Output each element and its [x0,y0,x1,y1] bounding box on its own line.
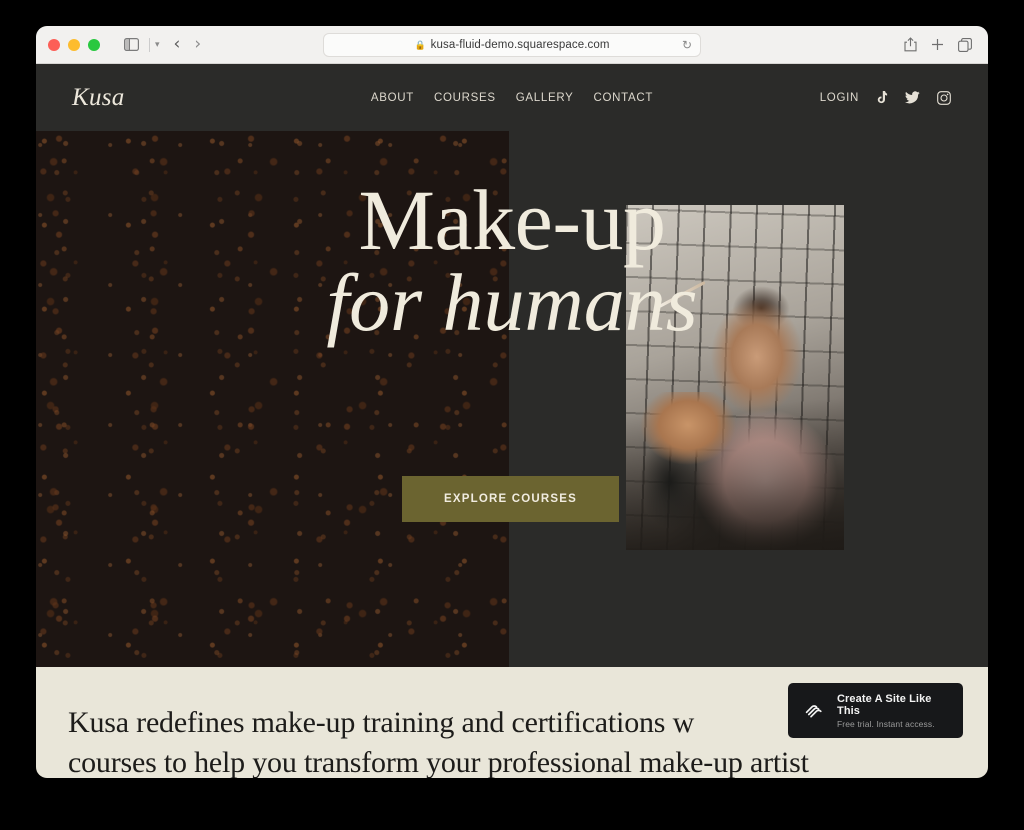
artist-hand [626,392,742,542]
maximize-window-button[interactable] [88,38,100,51]
hero-image-right [626,205,844,550]
reload-icon[interactable]: ↻ [682,39,692,51]
forward-button[interactable]: › [194,36,201,53]
hero-section: Make-up for humans EXPLORE COURSES [36,131,988,667]
toolbar-left-group: ▾ [118,33,160,57]
squarespace-logo-icon [802,699,826,723]
toolbar-right-group [904,37,976,52]
new-tab-icon[interactable] [931,38,944,51]
close-window-button[interactable] [48,38,60,51]
toolbar-divider [149,37,150,52]
url-text: kusa-fluid-demo.squarespace.com [430,39,610,51]
nav-item-contact[interactable]: CONTACT [594,92,654,104]
badge-text-group: Create A Site Like This Free trial. Inst… [837,693,949,729]
explore-courses-label: EXPLORE COURSES [443,493,578,505]
nav-item-courses[interactable]: COURSES [434,92,496,104]
main-navigation: ABOUT COURSES GALLERY CONTACT [371,92,653,104]
site-logo[interactable]: Kusa [72,84,125,112]
back-button[interactable]: ‹ [174,36,181,53]
chevron-down-icon[interactable]: ▾ [155,40,160,49]
share-icon[interactable] [904,37,917,52]
sidebar-toggle-icon[interactable] [118,33,144,57]
intro-line-2: courses to help you transform your profe… [68,745,809,778]
hero-image-left [36,131,509,667]
badge-title: Create A Site Like This [837,692,932,717]
nav-item-about[interactable]: ABOUT [371,92,414,104]
browser-window: ▾ ‹ › 🔒 kusa-fluid-demo.squarespace.com … [36,26,988,778]
explore-courses-button[interactable]: EXPLORE COURSES [402,476,619,522]
lock-icon: 🔒 [414,39,426,50]
login-link[interactable]: LOGIN [820,92,859,104]
tiktok-icon[interactable] [873,89,890,106]
header-right-group: LOGIN [820,89,952,106]
navigation-arrows: ‹ › [174,36,202,53]
nav-item-gallery[interactable]: GALLERY [516,92,574,104]
browser-toolbar: ▾ ‹ › 🔒 kusa-fluid-demo.squarespace.com … [36,26,988,64]
create-site-badge[interactable]: Create A Site Like This Free trial. Inst… [788,683,963,738]
window-controls [48,38,100,51]
website-viewport: Kusa ABOUT COURSES GALLERY CONTACT LOGIN [36,64,988,778]
instagram-icon[interactable] [935,89,952,106]
site-header: Kusa ABOUT COURSES GALLERY CONTACT LOGIN [36,64,988,131]
tab-overview-icon[interactable] [958,37,972,52]
twitter-icon[interactable] [904,89,921,106]
minimize-window-button[interactable] [68,38,80,51]
curly-hair-texture [36,131,509,667]
address-bar[interactable]: 🔒 kusa-fluid-demo.squarespace.com ↻ [323,33,701,57]
badge-subtitle: Free trial. Instant access. [837,718,935,729]
